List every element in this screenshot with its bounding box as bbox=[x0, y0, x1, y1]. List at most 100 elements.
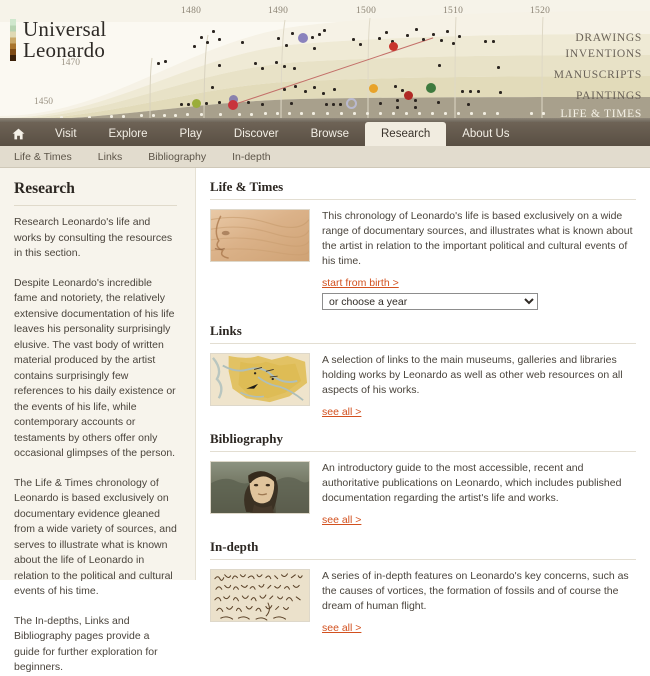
timeline-dot[interactable] bbox=[318, 33, 321, 36]
timeline-dot[interactable] bbox=[186, 113, 189, 116]
timeline-dot[interactable] bbox=[333, 88, 336, 91]
timeline-dot[interactable] bbox=[483, 112, 486, 115]
subnav-item-in-depth[interactable]: In-depth bbox=[232, 151, 271, 163]
timeline-dot[interactable] bbox=[294, 85, 297, 88]
timeline-dot[interactable] bbox=[312, 112, 315, 115]
timeline-dot-highlight[interactable] bbox=[192, 99, 201, 108]
timeline-dot[interactable] bbox=[247, 101, 250, 104]
timeline-dot[interactable] bbox=[218, 64, 221, 67]
timeline-dot[interactable] bbox=[359, 43, 362, 46]
timeline-dot[interactable] bbox=[157, 62, 160, 65]
timeline-dot[interactable] bbox=[219, 113, 222, 116]
nav-item-visit[interactable]: Visit bbox=[39, 122, 93, 146]
timeline-dot[interactable] bbox=[218, 38, 221, 41]
timeline-dot[interactable] bbox=[542, 112, 545, 115]
timeline-dot[interactable] bbox=[340, 112, 343, 115]
timeline-dot[interactable] bbox=[206, 41, 209, 44]
timeline-dot[interactable] bbox=[497, 66, 500, 69]
timeline-dot[interactable] bbox=[444, 112, 447, 115]
timeline-dot[interactable] bbox=[405, 112, 408, 115]
nav-item-explore[interactable]: Explore bbox=[93, 122, 164, 146]
timeline-dot[interactable] bbox=[283, 88, 286, 91]
timeline-dot[interactable] bbox=[484, 40, 487, 43]
manuscript-mirror-writing-thumbnail[interactable] bbox=[210, 569, 310, 622]
timeline-dot-highlight[interactable] bbox=[298, 33, 308, 43]
timeline-dot[interactable] bbox=[180, 103, 183, 106]
timeline-dot[interactable] bbox=[530, 112, 533, 115]
subnav-item-links[interactable]: Links bbox=[98, 151, 123, 163]
subnav-item-life-and-times[interactable]: Life & Times bbox=[14, 151, 72, 163]
nav-item-discover[interactable]: Discover bbox=[218, 122, 295, 146]
timeline-dot[interactable] bbox=[437, 101, 440, 104]
timeline-dot[interactable] bbox=[438, 64, 441, 67]
nav-item-research[interactable]: Research bbox=[365, 122, 447, 146]
see-all-link-in-depth[interactable]: see all > bbox=[322, 622, 361, 634]
timeline-dot-highlight[interactable] bbox=[369, 84, 378, 93]
timeline-dot[interactable] bbox=[458, 35, 461, 38]
start-from-birth-link[interactable]: start from birth > bbox=[322, 277, 399, 289]
nav-item-about-us[interactable]: About Us bbox=[446, 122, 525, 146]
timeline-dot[interactable] bbox=[470, 112, 473, 115]
timeline-dot[interactable] bbox=[290, 102, 293, 105]
timeline-dot[interactable] bbox=[322, 92, 325, 95]
timeline-dot[interactable] bbox=[461, 90, 464, 93]
timeline-dot[interactable] bbox=[394, 85, 397, 88]
timeline-dot[interactable] bbox=[457, 112, 460, 115]
timeline-dot[interactable] bbox=[200, 113, 203, 116]
timeline-dot[interactable] bbox=[378, 37, 381, 40]
timeline-dot-highlight[interactable] bbox=[404, 91, 413, 100]
timeline-dot[interactable] bbox=[396, 99, 399, 102]
timeline-dot-highlight[interactable] bbox=[389, 42, 398, 51]
timeline-dot[interactable] bbox=[396, 106, 399, 109]
timeline-dot[interactable] bbox=[238, 113, 241, 116]
timeline-dot[interactable] bbox=[422, 38, 425, 41]
timeline-dot[interactable] bbox=[291, 32, 294, 35]
timeline-dot[interactable] bbox=[496, 112, 499, 115]
timeline-dot[interactable] bbox=[401, 89, 404, 92]
timeline-dot[interactable] bbox=[339, 103, 342, 106]
timeline-dot[interactable] bbox=[285, 44, 288, 47]
timeline-dot[interactable] bbox=[446, 30, 449, 33]
nav-item-home[interactable] bbox=[0, 122, 39, 146]
timeline-dot[interactable] bbox=[288, 112, 291, 115]
timeline-dot[interactable] bbox=[469, 90, 472, 93]
timeline-dot[interactable] bbox=[492, 40, 495, 43]
timeline-dot[interactable] bbox=[406, 34, 409, 37]
timeline-dot[interactable] bbox=[379, 102, 382, 105]
timeline-dot[interactable] bbox=[467, 103, 470, 106]
timeline-dot[interactable] bbox=[418, 112, 421, 115]
timeline-dot[interactable] bbox=[218, 101, 221, 104]
mona-lisa-thumbnail[interactable] bbox=[210, 461, 310, 514]
timeline-banner[interactable]: Universal Leonardo 1480 1490 1500 1510 1… bbox=[0, 0, 650, 122]
timeline-dot[interactable] bbox=[323, 29, 326, 32]
timeline-dot[interactable] bbox=[200, 36, 203, 39]
timeline-dot[interactable] bbox=[261, 103, 264, 106]
timeline-dot[interactable] bbox=[174, 114, 177, 117]
timeline-dot[interactable] bbox=[205, 102, 208, 105]
nav-item-play[interactable]: Play bbox=[164, 122, 218, 146]
timeline-dot[interactable] bbox=[163, 114, 166, 117]
timeline-dot[interactable] bbox=[283, 65, 286, 68]
timeline-dot[interactable] bbox=[304, 90, 307, 93]
timeline-dot[interactable] bbox=[211, 86, 214, 89]
timeline-dot[interactable] bbox=[250, 113, 253, 116]
timeline-dot[interactable] bbox=[264, 112, 267, 115]
choose-a-year-select[interactable]: or choose a year bbox=[322, 293, 538, 310]
timeline-dot[interactable] bbox=[241, 41, 244, 44]
timeline-dot-highlight[interactable] bbox=[228, 100, 238, 110]
timeline-dot[interactable] bbox=[332, 103, 335, 106]
timeline-dot[interactable] bbox=[313, 86, 316, 89]
timeline-dot-highlight[interactable] bbox=[426, 83, 436, 93]
timeline-dot[interactable] bbox=[353, 112, 356, 115]
timeline-dot[interactable] bbox=[300, 112, 303, 115]
timeline-dot[interactable] bbox=[379, 112, 382, 115]
timeline-dot[interactable] bbox=[275, 61, 278, 64]
see-all-link-links[interactable]: see all > bbox=[322, 406, 361, 418]
timeline-dot[interactable] bbox=[164, 60, 167, 63]
timeline-dot[interactable] bbox=[366, 112, 369, 115]
timeline-dot[interactable] bbox=[352, 38, 355, 41]
timeline-dot[interactable] bbox=[431, 112, 434, 115]
timeline-dot[interactable] bbox=[152, 114, 155, 117]
timeline-dot[interactable] bbox=[193, 45, 196, 48]
timeline-dot[interactable] bbox=[499, 91, 502, 94]
